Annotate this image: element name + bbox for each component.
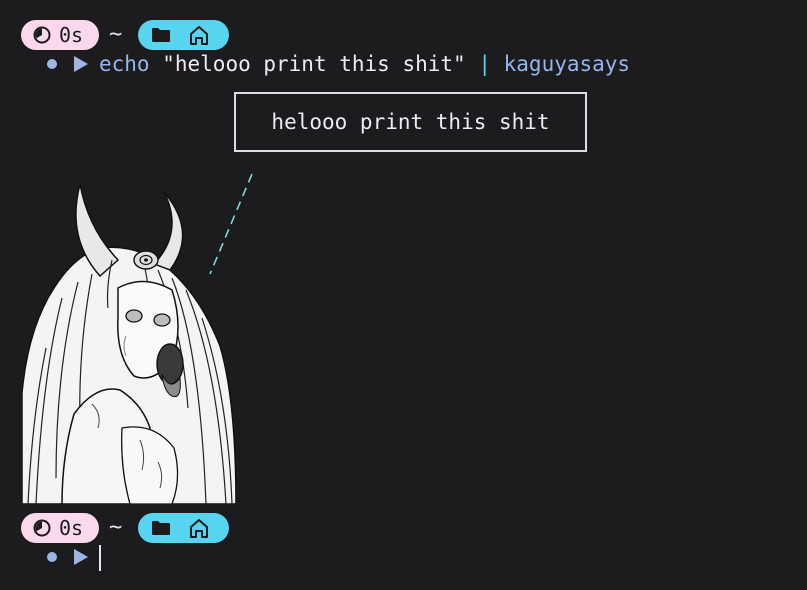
timer-icon: [33, 519, 51, 537]
piped-program: kaguyasays: [503, 52, 631, 76]
duration-pill: 0s: [21, 513, 99, 543]
home-icon: [190, 519, 208, 538]
text-cursor: [99, 545, 101, 571]
horned-character-art: [22, 183, 237, 504]
timer-icon: [33, 26, 51, 44]
folder-icon: [152, 28, 170, 42]
play-arrow-icon: [74, 549, 88, 565]
command-program: echo: [99, 52, 150, 76]
home-dir-tilde: ~: [109, 515, 123, 540]
duration-value: 0s: [59, 516, 84, 540]
pipe-symbol: |: [478, 52, 491, 76]
duration-pill: 0s: [21, 20, 99, 50]
directory-pill: [138, 513, 229, 543]
speech-bubble: helooo print this shit: [234, 92, 587, 152]
command-text: echo "helooo print this shit" | kaguyasa…: [99, 50, 630, 78]
home-icon: [190, 26, 208, 45]
command-argument: "helooo print this shit": [162, 52, 466, 76]
duration-value: 0s: [59, 23, 84, 47]
directory-pill: [138, 20, 229, 50]
status-dot-icon: [47, 59, 57, 69]
status-dot-icon: [47, 552, 57, 562]
play-arrow-icon: [74, 56, 88, 72]
folder-icon: [152, 521, 170, 535]
home-dir-tilde: ~: [109, 22, 123, 47]
